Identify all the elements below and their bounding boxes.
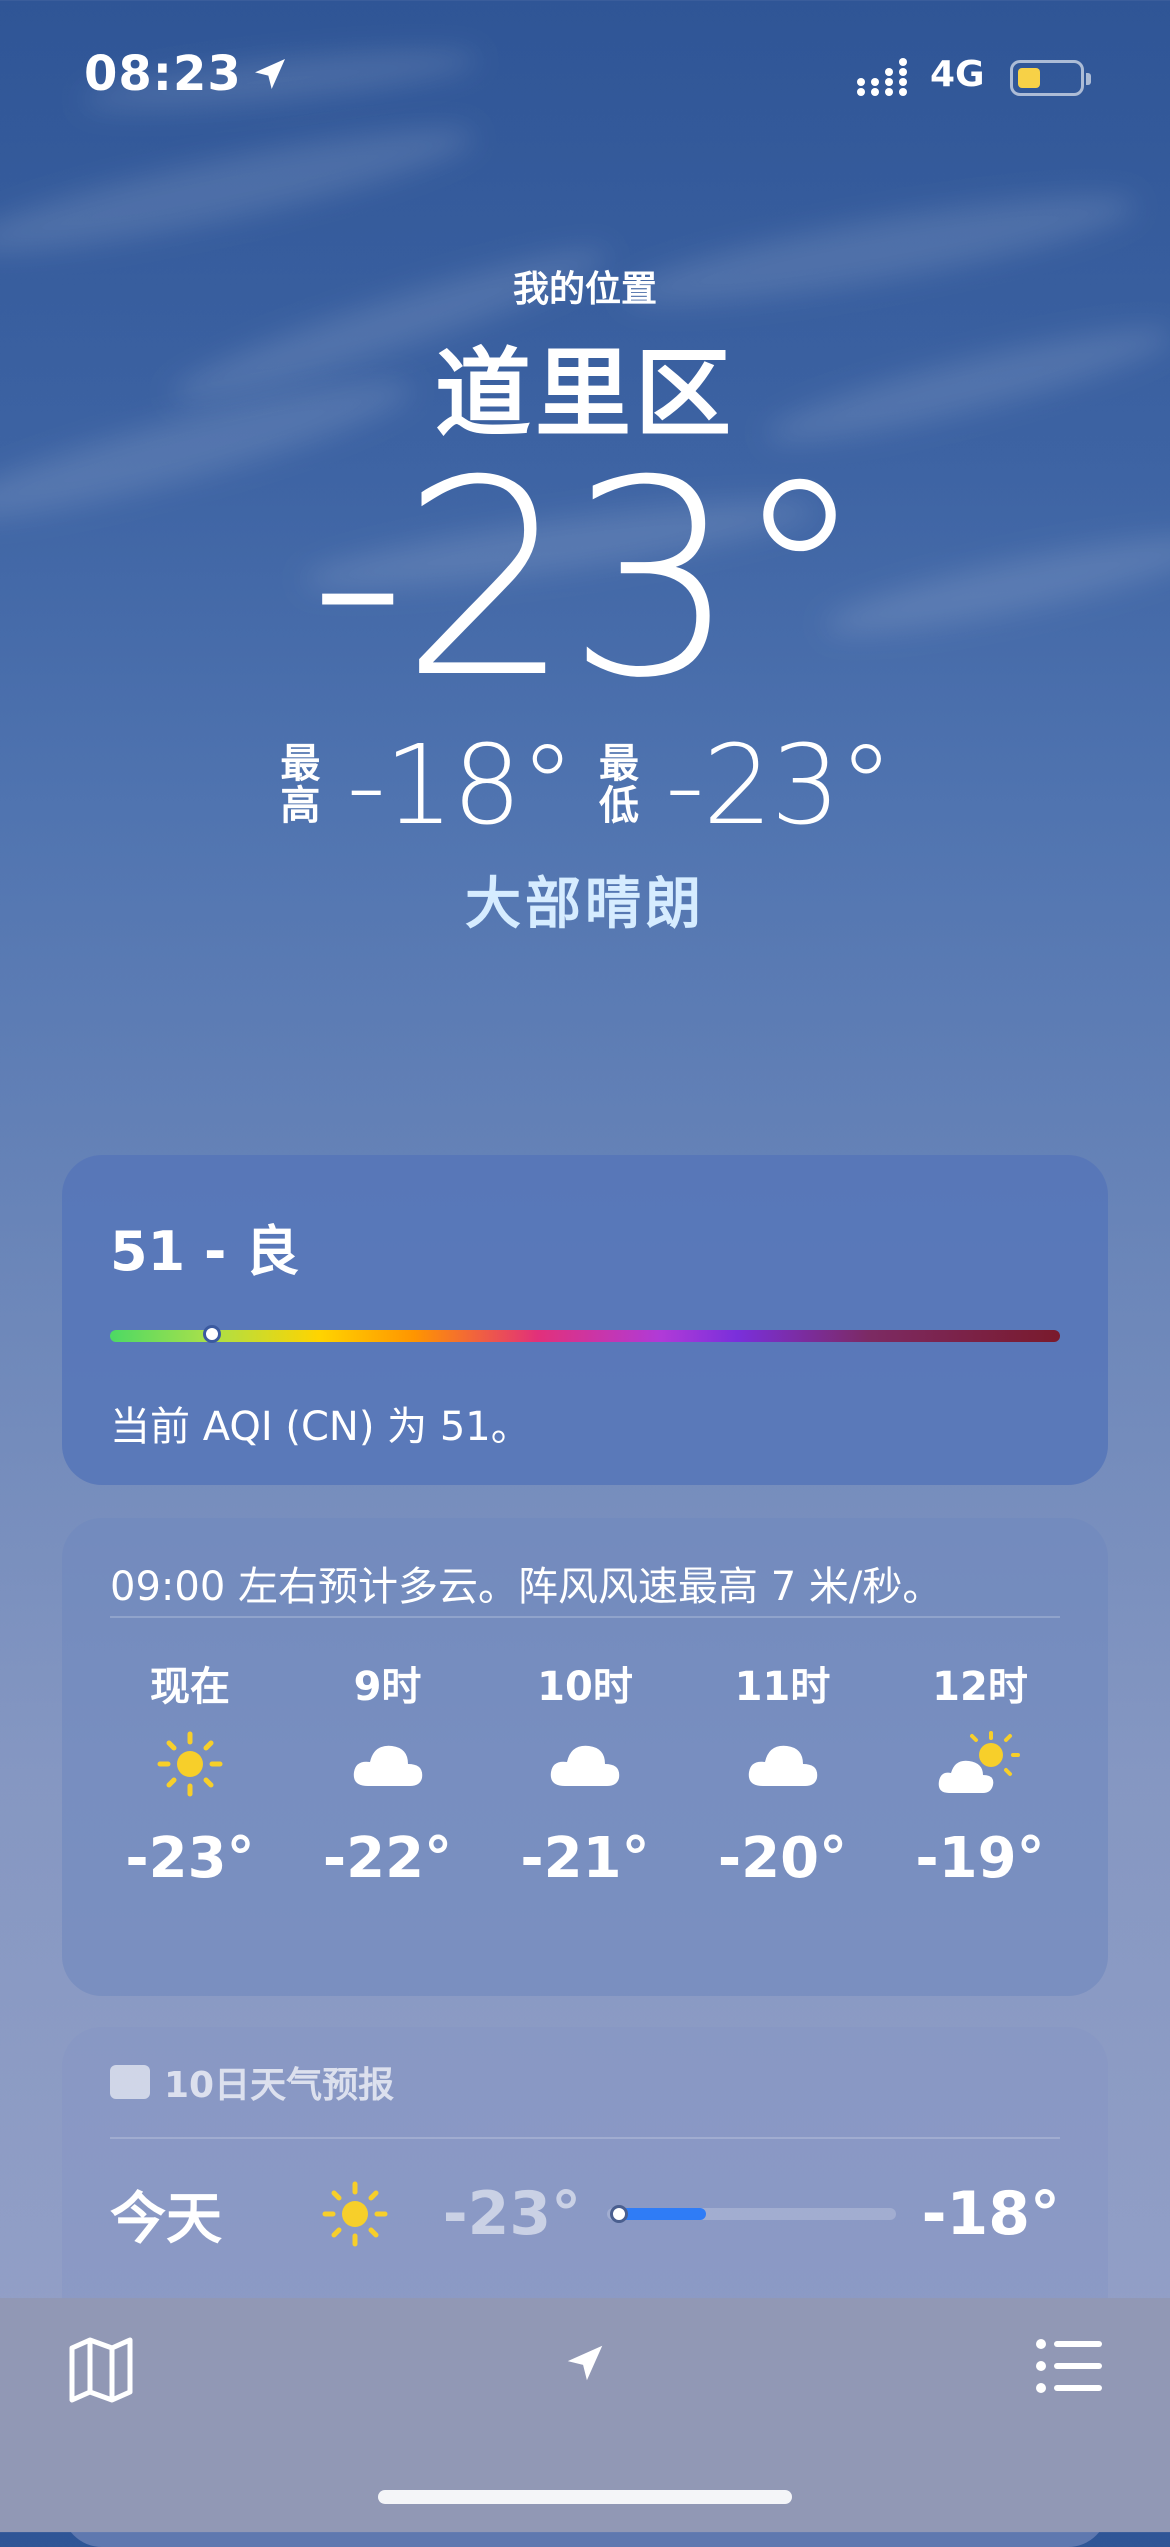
cloud-icon [353,1745,422,1786]
map-icon[interactable] [66,2334,136,2404]
condition-text: 大部晴朗 [465,872,705,937]
aqi-card[interactable]: 51 - 良 当前 AQI (CN) 为 51。 [62,1155,1108,1485]
hour-temp: -23° [125,1826,255,1891]
status-time: 08:23 [84,46,242,102]
day-high: -18° [921,2179,1060,2249]
hour-label: 9时 [353,1664,422,1710]
hourly-forecast-card[interactable]: 09:00 左右预计多云。阵风风速最高 7 米/秒。 现在 -23° 9时 -2… [62,1518,1108,1996]
hour-label: 12时 [932,1664,1028,1710]
current-temp-dot [610,2205,629,2223]
status-bar: 08:23 4G [0,0,1170,150]
location-arrow-icon[interactable] [562,2340,608,2386]
hour-temp: -21° [520,1826,650,1891]
hour-item: 12时 -19° [900,1654,1060,1891]
hourly-list[interactable]: 现在 -23° 9时 -22° 10时 -21° 11时 -20° 12时 -1… [110,1654,1060,1891]
sun-icon [157,1731,223,1797]
sun-icon [322,2181,388,2247]
hour-item: 现在 -23° [110,1654,270,1891]
daily-row[interactable]: 今天 -23° -18° [110,2139,1060,2289]
hour-item: 9时 -22° [308,1654,468,1891]
low-label: 最低 [599,741,639,829]
hour-temp: -19° [915,1826,1045,1891]
my-location-label: 我的位置 [512,269,657,310]
temperature-range-bar [607,2205,896,2223]
aqi-description: 当前 AQI (CN) 为 51。 [110,1404,531,1450]
list-icon[interactable] [1034,2336,1104,2396]
cloud-icon [748,1745,817,1786]
location-arrow-icon [255,59,285,89]
day-low: -23° [442,2179,582,2249]
hour-item: 11时 -20° [703,1654,863,1891]
hour-label: 现在 [150,1664,230,1710]
hour-temp: -20° [717,1826,848,1891]
hour-item: 10时 -21° [505,1654,665,1891]
aqi-scale-bar [110,1325,1060,1343]
ten-day-title: 10日天气预报 [164,2065,395,2106]
cellular-signal-icon [857,58,907,96]
current-weather: 我的位置 道里区 -23° 最高 -18° 最低 -23° 大部晴朗 [0,250,1170,940]
aqi-indicator [202,1325,221,1343]
hourly-summary: 09:00 左右预计多云。阵风风速最高 7 米/秒。 [110,1518,1060,1618]
aqi-value: 51 - 良 [110,1220,300,1283]
hour-label: 11时 [734,1664,831,1710]
low-temp: -23° [665,721,894,849]
high-low: 最高 -18° 最低 -23° [0,721,1170,849]
current-temperature: -23° [309,422,867,737]
calendar-icon [110,2065,150,2099]
hour-temp: -22° [322,1826,453,1891]
cloud-icon [550,1745,620,1786]
day-label: 今天 [110,2186,222,2252]
home-indicator[interactable] [378,2490,792,2504]
hour-label: 10时 [537,1664,633,1710]
network-type: 4G [930,54,985,95]
high-label: 最高 [280,741,321,829]
ten-day-header: 10日天气预报 [110,2027,1060,2139]
battery-icon [1010,60,1091,96]
partly-sunny-icon [938,1731,1020,1793]
high-temp: -18° [346,721,575,849]
